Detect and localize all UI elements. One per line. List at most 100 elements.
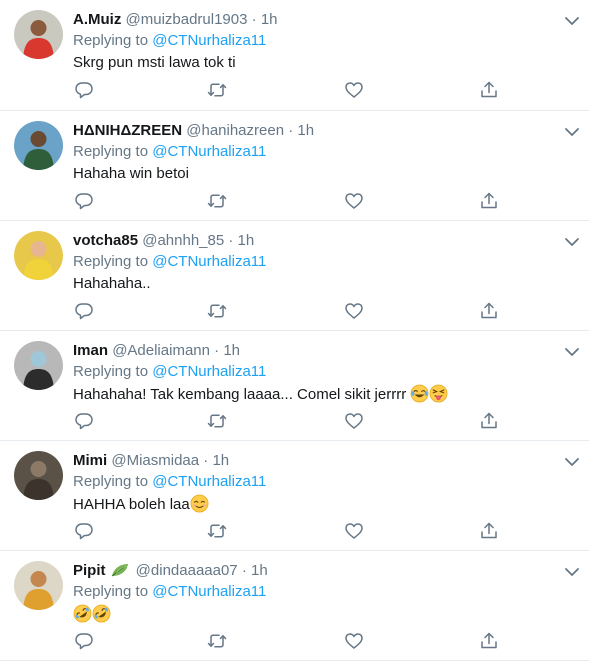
display-name[interactable]: Iman bbox=[73, 342, 108, 359]
mention-link[interactable]: @CTNurhaliza11 bbox=[152, 363, 266, 380]
avatar-image bbox=[14, 231, 63, 280]
reply-icon bbox=[75, 193, 93, 210]
mention-link[interactable]: @CTNurhaliza11 bbox=[152, 32, 266, 49]
tweet-text: Hahaha win betoi bbox=[73, 164, 189, 184]
share-button[interactable] bbox=[479, 411, 499, 431]
retweet-button[interactable] bbox=[207, 631, 227, 651]
chevron-down-icon[interactable] bbox=[563, 563, 581, 581]
chevron-down-icon[interactable] bbox=[563, 123, 581, 141]
display-name[interactable]: Pipit bbox=[73, 562, 106, 579]
retweet-button[interactable] bbox=[207, 191, 227, 211]
reply-button[interactable] bbox=[74, 631, 94, 651]
share-icon bbox=[481, 522, 497, 539]
avatar[interactable] bbox=[14, 231, 63, 280]
heart-icon bbox=[345, 413, 363, 429]
user-handle[interactable]: @muizbadrul1903 bbox=[126, 11, 248, 28]
tweet[interactable]: Mimi @Miasmidaa · 1h Replying to @CTNurh… bbox=[0, 441, 589, 551]
share-button[interactable] bbox=[479, 191, 499, 211]
retweet-button[interactable] bbox=[207, 80, 227, 100]
reply-icon bbox=[75, 633, 93, 650]
timestamp[interactable]: 1h bbox=[223, 342, 240, 359]
mention-link[interactable]: @CTNurhaliza11 bbox=[152, 253, 266, 270]
share-button[interactable] bbox=[479, 521, 499, 541]
replying-to-line: Replying to @CTNurhaliza11 bbox=[73, 363, 266, 381]
like-button[interactable] bbox=[344, 521, 364, 541]
heart-icon bbox=[345, 303, 363, 319]
avatar[interactable] bbox=[14, 10, 63, 59]
chevron-down-icon[interactable] bbox=[563, 343, 581, 361]
separator-dot: · bbox=[251, 11, 257, 28]
display-name[interactable]: Mimi bbox=[73, 452, 107, 469]
retweet-icon bbox=[207, 414, 227, 428]
heart-icon bbox=[345, 193, 363, 209]
chevron-down-icon[interactable] bbox=[563, 12, 581, 30]
separator-dot: · bbox=[228, 232, 234, 249]
chevron-down-icon[interactable] bbox=[563, 233, 581, 251]
reply-button[interactable] bbox=[74, 301, 94, 321]
timestamp[interactable]: 1h bbox=[261, 11, 278, 28]
display-name[interactable]: HΔNIHΔZREEN bbox=[73, 122, 182, 139]
avatar[interactable] bbox=[14, 121, 63, 170]
display-name[interactable]: A.Muiz bbox=[73, 11, 121, 28]
avatar[interactable] bbox=[14, 561, 63, 610]
tweet[interactable]: HΔNIHΔZREEN @hanihazreen · 1h Replying t… bbox=[0, 111, 589, 221]
like-button[interactable] bbox=[344, 80, 364, 100]
mention-link[interactable]: @CTNurhaliza11 bbox=[152, 473, 266, 490]
avatar-image bbox=[14, 451, 63, 500]
reply-button[interactable] bbox=[74, 521, 94, 541]
timestamp[interactable]: 1h bbox=[212, 452, 229, 469]
tweet-header: Mimi @Miasmidaa · 1h bbox=[73, 452, 549, 470]
user-handle[interactable]: @Miasmidaa bbox=[111, 452, 199, 469]
retweet-button[interactable] bbox=[207, 411, 227, 431]
tweet-header: Pipit @dindaaaaa07 · 1h bbox=[73, 562, 549, 580]
mention-link[interactable]: @CTNurhaliza11 bbox=[152, 583, 266, 600]
timestamp[interactable]: 1h bbox=[251, 562, 268, 579]
share-button[interactable] bbox=[479, 301, 499, 321]
mention-link[interactable]: @CTNurhaliza11 bbox=[152, 143, 266, 160]
retweet-button[interactable] bbox=[207, 521, 227, 541]
like-button[interactable] bbox=[344, 411, 364, 431]
user-handle[interactable]: @dindaaaaa07 bbox=[136, 562, 238, 579]
replying-to-label: Replying to bbox=[73, 32, 149, 49]
share-icon bbox=[481, 81, 497, 98]
reply-button[interactable] bbox=[74, 191, 94, 211]
heart-icon bbox=[345, 633, 363, 649]
tweet-body-text: Skrg pun msti lawa tok ti bbox=[73, 54, 236, 71]
timestamp[interactable]: 1h bbox=[238, 232, 255, 249]
tweet[interactable]: votcha85 @ahnhh_85 · 1h Replying to @CTN… bbox=[0, 221, 589, 331]
heart-icon bbox=[345, 82, 363, 98]
tweet-header: A.Muiz @muizbadrul1903 · 1h bbox=[73, 11, 549, 29]
chevron-down-icon[interactable] bbox=[563, 453, 581, 471]
share-button[interactable] bbox=[479, 631, 499, 651]
tweet-body-text: Hahaha win betoi bbox=[73, 165, 189, 182]
replying-to-line: Replying to @CTNurhaliza11 bbox=[73, 143, 266, 161]
avatar[interactable] bbox=[14, 451, 63, 500]
user-handle[interactable]: @ahnhh_85 bbox=[142, 232, 224, 249]
tweet-header: votcha85 @ahnhh_85 · 1h bbox=[73, 232, 549, 250]
heart-icon bbox=[345, 523, 363, 539]
avatar[interactable] bbox=[14, 341, 63, 390]
separator-dot: · bbox=[288, 122, 294, 139]
tweet[interactable]: Iman @Adeliaimann · 1h Replying to @CTNu… bbox=[0, 331, 589, 441]
user-handle[interactable]: @Adeliaimann bbox=[112, 342, 210, 359]
squinting-tongue-emoji bbox=[429, 384, 448, 403]
like-button[interactable] bbox=[344, 301, 364, 321]
share-icon bbox=[481, 302, 497, 319]
display-name[interactable]: votcha85 bbox=[73, 232, 138, 249]
retweet-button[interactable] bbox=[207, 301, 227, 321]
tweet-actions bbox=[73, 521, 513, 541]
tweet-actions bbox=[73, 411, 513, 431]
timestamp[interactable]: 1h bbox=[297, 122, 314, 139]
separator-dot: · bbox=[241, 562, 247, 579]
user-handle[interactable]: @hanihazreen bbox=[186, 122, 284, 139]
like-button[interactable] bbox=[344, 191, 364, 211]
tweet[interactable]: A.Muiz @muizbadrul1903 · 1h Replying to … bbox=[0, 0, 589, 111]
share-icon bbox=[481, 632, 497, 649]
tweet[interactable]: Pipit @dindaaaaa07 · 1h Replying to @CTN… bbox=[0, 551, 589, 661]
share-button[interactable] bbox=[479, 80, 499, 100]
reply-button[interactable] bbox=[74, 411, 94, 431]
avatar-image bbox=[14, 10, 63, 59]
reply-button[interactable] bbox=[74, 80, 94, 100]
avatar-image bbox=[14, 121, 63, 170]
like-button[interactable] bbox=[344, 631, 364, 651]
